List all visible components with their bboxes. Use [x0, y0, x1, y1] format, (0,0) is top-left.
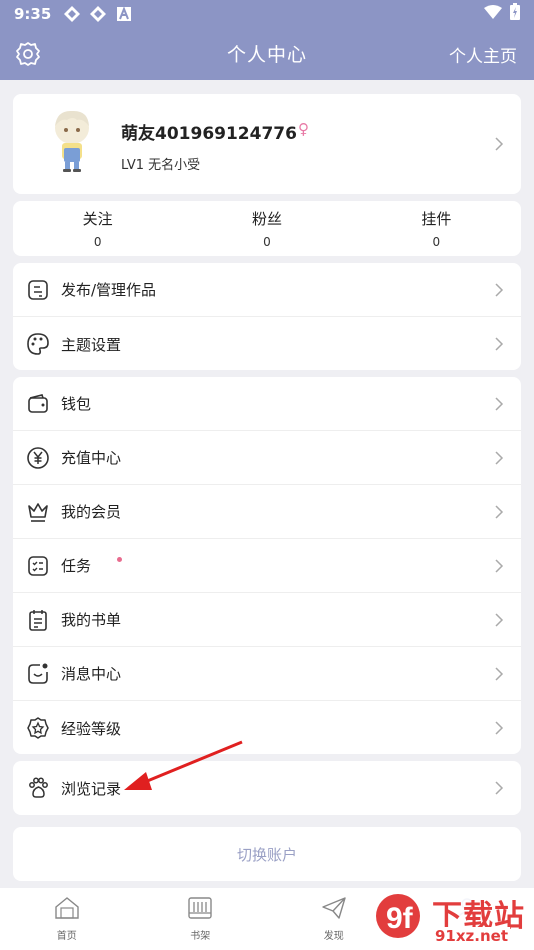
crown-icon [26, 500, 50, 524]
menu-item-tasks[interactable]: 任务 [13, 539, 521, 593]
wallet-icon [26, 392, 50, 416]
chevron-right-icon [494, 336, 504, 352]
chevron-right-icon [494, 558, 504, 574]
stat-fans[interactable]: 粉丝 0 [182, 201, 351, 256]
stat-value: 0 [93, 235, 102, 249]
yen-coin-icon [26, 446, 50, 470]
menu-item-browse-history[interactable]: 浏览记录 [13, 761, 521, 815]
stat-value: 0 [263, 235, 271, 249]
menu-item-theme-settings[interactable]: 主题设置 [13, 317, 521, 371]
paw-icon [26, 776, 50, 800]
menu-item-label: 我的会员 [61, 503, 122, 521]
menu-group-account: 钱包 充值中心 我的会员 任务 我的书单 消息中心 经验等级 [13, 377, 521, 754]
switch-account-button[interactable]: 切换账户 [13, 827, 521, 881]
bookshelf-icon [187, 896, 213, 924]
menu-item-label: 任务 [61, 557, 92, 575]
female-gender-icon: ♀ [298, 120, 309, 138]
booklist-icon [26, 608, 50, 632]
menu-item-label: 经验等级 [61, 719, 122, 738]
tab-bookshelf[interactable]: 书架 [134, 888, 268, 950]
personal-homepage-link[interactable]: 个人主页 [449, 42, 517, 67]
switch-account-label: 切换账户 [236, 845, 297, 864]
chevron-right-icon [494, 396, 504, 412]
font-app-icon [115, 5, 133, 23]
star-badge-icon [26, 716, 50, 740]
stat-value: 0 [432, 235, 441, 249]
palette-icon [26, 332, 50, 356]
chevron-right-icon [494, 666, 504, 682]
menu-item-recharge-center[interactable]: 充值中心 [13, 431, 521, 485]
stats-card: 关注 0 粉丝 0 挂件 0 [13, 201, 521, 256]
stat-label: 挂件 [421, 210, 452, 228]
message-icon [26, 662, 50, 686]
menu-item-my-booklist[interactable]: 我的书单 [13, 593, 521, 647]
stat-label: 粉丝 [251, 210, 282, 228]
stat-pendants[interactable]: 挂件 0 [352, 201, 521, 256]
notification-dot [117, 557, 122, 562]
chevron-right-icon [494, 612, 504, 628]
app-notification-icon [89, 5, 107, 23]
status-bar: 9:35 [0, 0, 534, 27]
menu-item-publish-works[interactable]: 发布/管理作品 [13, 263, 521, 317]
chevron-right-icon [494, 780, 504, 796]
tab-label: 书架 [190, 931, 211, 942]
watermark-url: 91xz.net [433, 927, 511, 945]
tab-home[interactable]: 首页 [0, 888, 134, 950]
profile-card[interactable]: 萌友401969124776 ♀ LV1 无名小受 [13, 94, 521, 194]
task-list-icon [26, 554, 50, 578]
avatar[interactable] [43, 108, 101, 172]
menu-item-wallet[interactable]: 钱包 [13, 377, 521, 431]
menu-item-label: 我的书单 [61, 611, 122, 629]
battery-icon [510, 3, 520, 24]
publish-icon [26, 278, 50, 302]
menu-item-label: 消息中心 [61, 665, 122, 683]
status-time: 9:35 [14, 4, 52, 23]
menu-group-works: 发布/管理作品 主题设置 [13, 263, 521, 370]
menu-item-experience-level[interactable]: 经验等级 [13, 701, 521, 755]
page-title: 个人中心 [226, 44, 307, 66]
menu-item-label: 充值中心 [61, 449, 122, 467]
chevron-right-icon [494, 450, 504, 466]
menu-item-message-center[interactable]: 消息中心 [13, 647, 521, 701]
app-notification-icon [63, 5, 81, 23]
home-icon [54, 896, 80, 924]
wifi-icon [484, 4, 502, 23]
tab-label: 发现 [323, 931, 344, 942]
paper-plane-icon [321, 896, 347, 924]
chevron-right-icon [494, 136, 504, 152]
menu-item-label: 钱包 [61, 395, 92, 413]
chevron-right-icon [494, 282, 504, 298]
menu-item-label: 浏览记录 [61, 779, 122, 798]
username: 萌友401969124776 [121, 124, 297, 144]
menu-item-label: 发布/管理作品 [61, 281, 157, 299]
stat-label: 关注 [82, 210, 113, 228]
chevron-right-icon [494, 720, 504, 736]
menu-group-history: 浏览记录 [13, 761, 521, 815]
menu-item-my-membership[interactable]: 我的会员 [13, 485, 521, 539]
user-level: LV1 无名小受 [121, 158, 201, 173]
chevron-right-icon [494, 504, 504, 520]
menu-item-label: 主题设置 [61, 335, 122, 354]
stat-following[interactable]: 关注 0 [13, 201, 182, 256]
settings-gear-icon[interactable] [14, 40, 42, 68]
tab-label: 首页 [56, 931, 77, 942]
svg-text:9f: 9f [386, 902, 414, 935]
header-bar: 个人中心 个人主页 [0, 27, 534, 80]
